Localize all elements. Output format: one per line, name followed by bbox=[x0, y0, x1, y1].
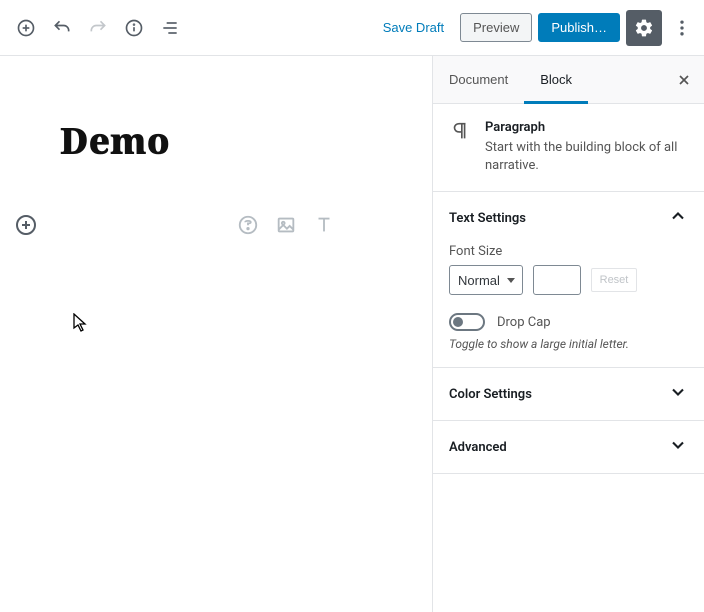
save-draft-button[interactable]: Save Draft bbox=[373, 14, 454, 41]
redo-button[interactable] bbox=[80, 10, 116, 46]
tab-block[interactable]: Block bbox=[524, 56, 588, 104]
text-settings-title: Text Settings bbox=[449, 211, 526, 226]
text-settings-header[interactable]: Text Settings bbox=[433, 192, 704, 244]
block-info-panel: Paragraph Start with the building block … bbox=[433, 104, 704, 191]
outline-button[interactable] bbox=[152, 10, 188, 46]
inline-add-block-button[interactable] bbox=[12, 211, 40, 239]
more-options-button[interactable] bbox=[668, 10, 696, 46]
chevron-up-icon bbox=[668, 206, 688, 230]
drop-cap-help-text: Toggle to show a large initial letter. bbox=[449, 337, 688, 351]
settings-button[interactable] bbox=[626, 10, 662, 46]
add-block-button[interactable] bbox=[8, 10, 44, 46]
reset-button[interactable]: Reset bbox=[591, 268, 637, 292]
undo-button[interactable] bbox=[44, 10, 80, 46]
drop-cap-toggle[interactable] bbox=[449, 313, 485, 331]
advanced-header[interactable]: Advanced bbox=[433, 421, 704, 473]
paragraph-icon bbox=[449, 120, 473, 175]
tab-document[interactable]: Document bbox=[433, 56, 524, 104]
block-title: Paragraph bbox=[485, 120, 688, 135]
info-button[interactable] bbox=[116, 10, 152, 46]
preview-button[interactable]: Preview bbox=[460, 13, 532, 42]
font-size-label: Font Size bbox=[449, 244, 688, 259]
post-title[interactable]: Demo bbox=[60, 116, 420, 165]
advanced-title: Advanced bbox=[449, 440, 507, 455]
image-icon[interactable] bbox=[274, 213, 298, 237]
drop-cap-label: Drop Cap bbox=[497, 315, 551, 330]
color-settings-header[interactable]: Color Settings bbox=[433, 368, 704, 420]
close-sidebar-button[interactable] bbox=[664, 60, 704, 100]
settings-sidebar: Document Block Paragraph Start with the … bbox=[432, 56, 704, 612]
heading-icon[interactable] bbox=[312, 213, 336, 237]
font-size-custom-input[interactable] bbox=[533, 265, 581, 295]
chevron-down-icon bbox=[668, 382, 688, 406]
chevron-down-icon bbox=[668, 435, 688, 459]
cursor-icon bbox=[73, 313, 89, 337]
color-settings-title: Color Settings bbox=[449, 387, 532, 402]
font-size-select[interactable]: Normal bbox=[449, 265, 523, 295]
editor-canvas[interactable]: Demo bbox=[0, 56, 432, 612]
publish-button[interactable]: Publish… bbox=[538, 13, 620, 42]
chat-icon[interactable] bbox=[236, 213, 260, 237]
block-description: Start with the building block of all nar… bbox=[485, 139, 688, 175]
top-toolbar: Save Draft Preview Publish… bbox=[0, 0, 704, 56]
